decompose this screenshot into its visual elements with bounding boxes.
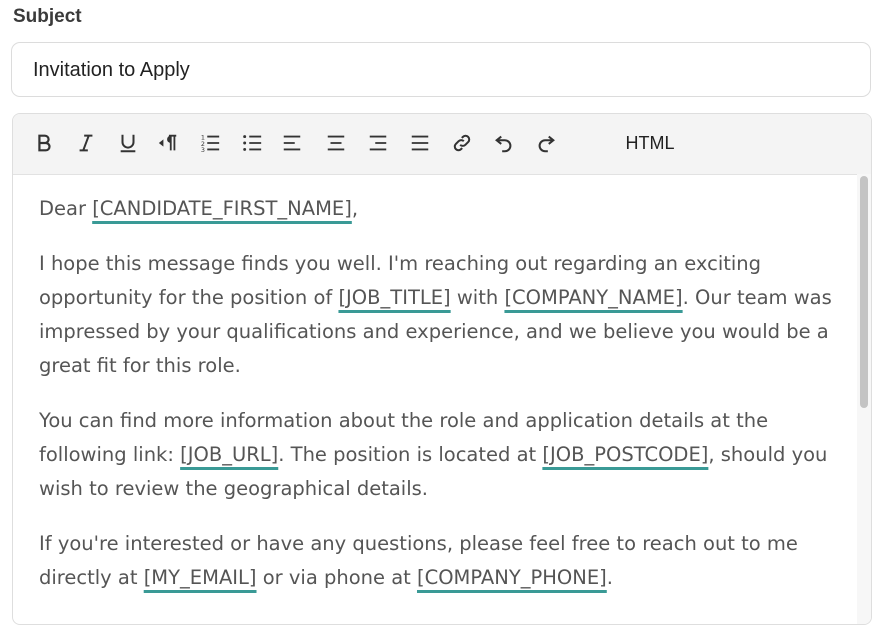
bold-button[interactable] bbox=[27, 126, 61, 160]
underline-icon bbox=[120, 134, 136, 153]
paragraph-details: You can find more information about the … bbox=[39, 404, 835, 506]
align-justify-icon bbox=[411, 135, 429, 151]
placeholder-my-email: [MY_EMAIL] bbox=[143, 566, 257, 589]
link-icon bbox=[453, 134, 471, 152]
link-button[interactable] bbox=[445, 126, 479, 160]
placeholder-company-name: [COMPANY_NAME] bbox=[504, 286, 683, 309]
ordered-list-button[interactable]: 123 bbox=[193, 126, 227, 160]
redo-button[interactable] bbox=[529, 126, 563, 160]
editor-scrollbar[interactable] bbox=[857, 174, 871, 624]
italic-button[interactable] bbox=[69, 126, 103, 160]
text: . The position is located at bbox=[278, 443, 543, 466]
paragraph-direction-button[interactable] bbox=[151, 126, 185, 160]
placeholder-company-phone: [COMPANY_PHONE] bbox=[416, 566, 607, 589]
unordered-list-button[interactable] bbox=[235, 126, 269, 160]
scrollbar-thumb[interactable] bbox=[860, 176, 868, 408]
align-center-button[interactable] bbox=[319, 126, 353, 160]
align-center-icon bbox=[327, 135, 345, 151]
undo-icon bbox=[495, 135, 512, 153]
subject-label: Subject bbox=[13, 6, 82, 27]
paragraph-greeting: Dear [CANDIDATE_FIRST_NAME], bbox=[39, 192, 835, 226]
text: Dear bbox=[39, 197, 93, 220]
undo-button[interactable] bbox=[487, 126, 521, 160]
paragraph-direction-icon bbox=[158, 134, 177, 151]
align-right-icon bbox=[369, 135, 387, 151]
editor-toolbar: 123 HTML bbox=[13, 114, 871, 175]
redo-icon bbox=[538, 135, 555, 153]
align-left-icon bbox=[283, 135, 301, 151]
svg-text:3: 3 bbox=[201, 146, 205, 154]
text: . bbox=[606, 566, 613, 589]
subject-input[interactable]: Invitation to Apply bbox=[11, 42, 871, 97]
unordered-list-icon bbox=[243, 135, 262, 151]
text: , bbox=[351, 197, 359, 220]
align-left-button[interactable] bbox=[275, 126, 309, 160]
underline-button[interactable] bbox=[111, 126, 145, 160]
text: with bbox=[450, 286, 505, 309]
align-right-button[interactable] bbox=[361, 126, 395, 160]
italic-icon bbox=[79, 134, 93, 152]
placeholder-job-url: [JOB_URL] bbox=[180, 443, 279, 466]
align-justify-button[interactable] bbox=[403, 126, 437, 160]
placeholder-job-title: [JOB_TITLE] bbox=[338, 286, 451, 309]
bold-icon bbox=[38, 134, 51, 152]
html-source-button[interactable]: HTML bbox=[605, 126, 695, 160]
rich-text-editor: 123 HTML Dear [CANDIDATE_FIRST_NAME], I bbox=[12, 113, 872, 625]
placeholder-candidate-first-name: [CANDIDATE_FIRST_NAME] bbox=[92, 197, 352, 220]
editor-content[interactable]: Dear [CANDIDATE_FIRST_NAME], I hope this… bbox=[15, 174, 855, 624]
placeholder-job-postcode: [JOB_POSTCODE] bbox=[542, 443, 709, 466]
text: or via phone at bbox=[256, 566, 417, 589]
paragraph-intro: I hope this message finds you well. I'm … bbox=[39, 247, 835, 383]
ordered-list-icon: 123 bbox=[201, 133, 220, 154]
paragraph-contact: If you're interested or have any questio… bbox=[39, 527, 835, 595]
